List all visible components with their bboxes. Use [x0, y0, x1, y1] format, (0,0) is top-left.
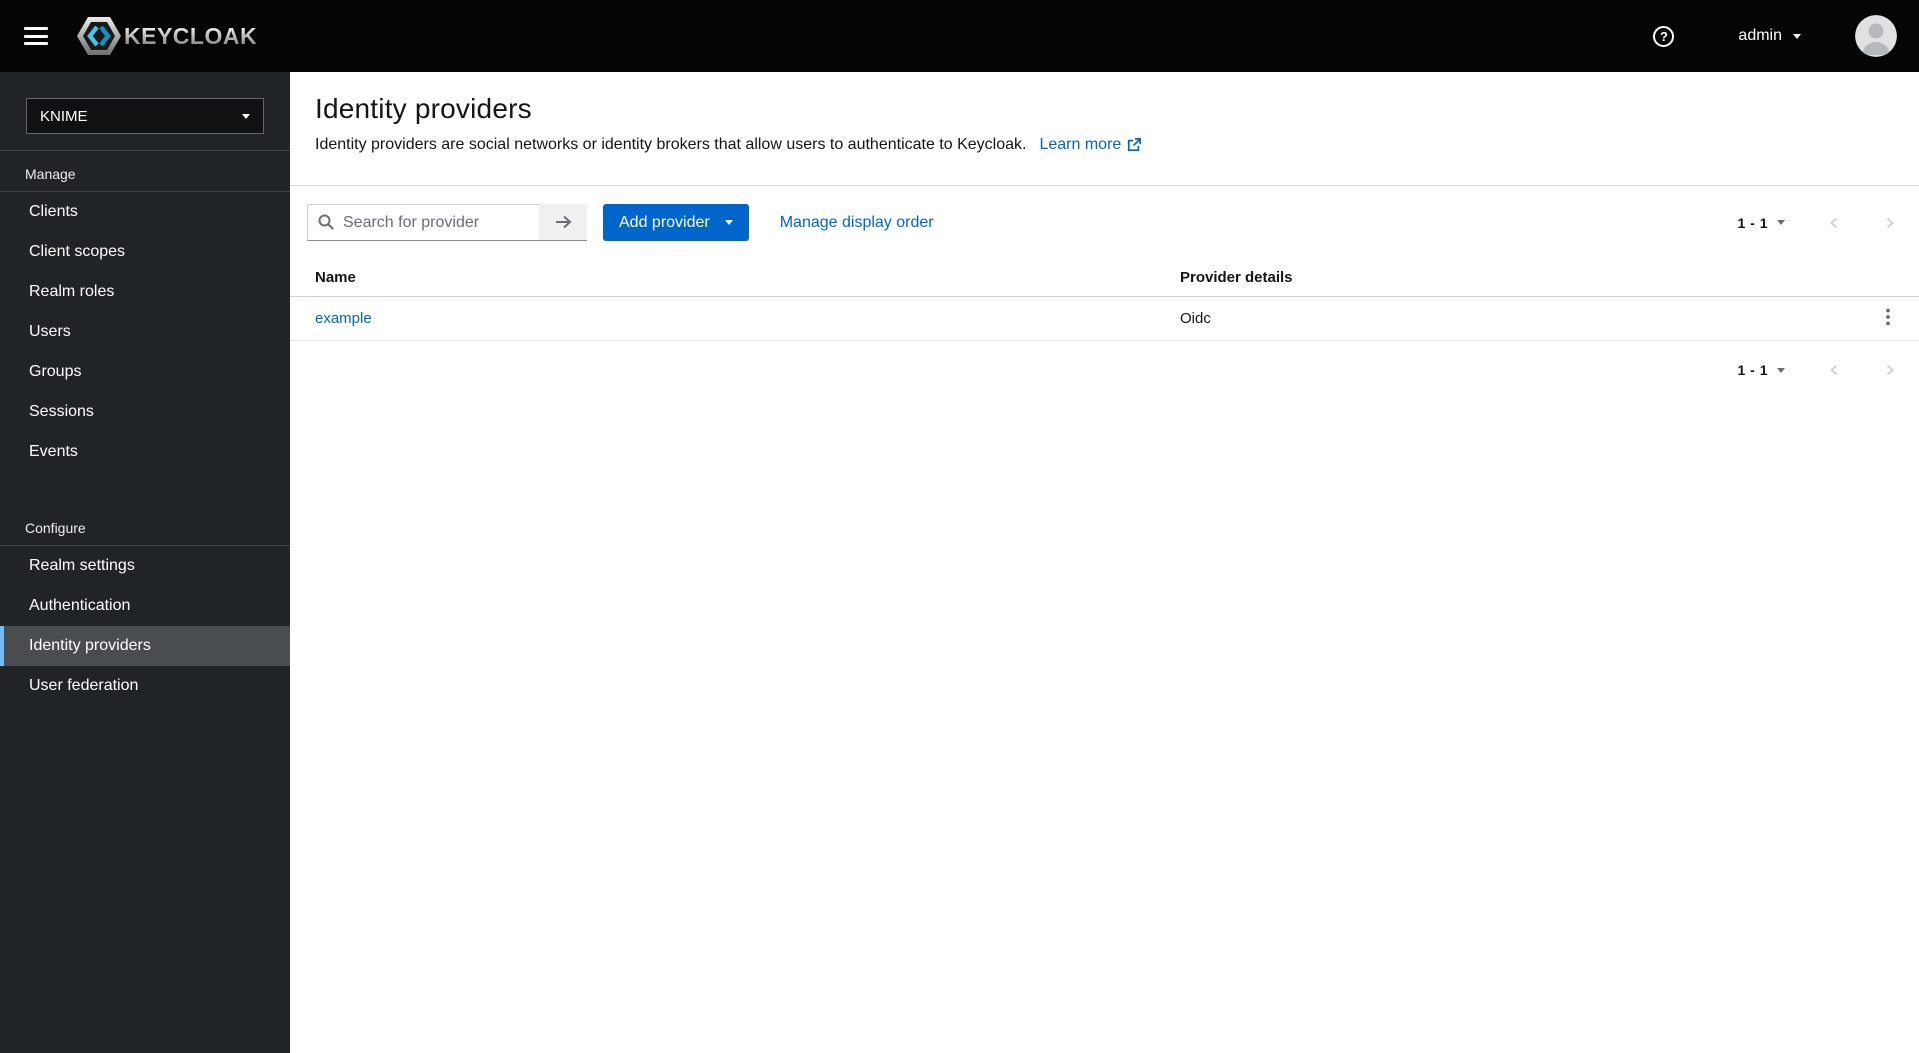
pagination-options-toggle[interactable]: 1 - 1: [1737, 362, 1785, 378]
external-link-icon: [1128, 138, 1142, 152]
sidebar-item-realm-settings[interactable]: Realm settings: [0, 546, 290, 586]
chevron-left-icon: [1830, 364, 1838, 376]
learn-more-label: Learn more: [1039, 136, 1122, 153]
nav-group-title-manage: Manage: [0, 151, 290, 192]
search-group: [307, 204, 587, 241]
page-header: Identity providers Identity providers ar…: [290, 72, 1919, 185]
nav-group-manage: Manage Clients Client scopes Realm roles…: [0, 151, 290, 472]
arrow-right-icon: [555, 215, 571, 229]
keycloak-hexagon-icon: [77, 17, 121, 55]
pagination-bottom: 1 - 1: [1737, 362, 1897, 378]
previous-page-button[interactable]: [1827, 362, 1841, 378]
nav-group-configure: Configure Realm settings Authentication …: [0, 505, 290, 706]
sidebar-item-identity-providers[interactable]: Identity providers: [0, 626, 290, 666]
nav-group-title-configure: Configure: [0, 505, 290, 546]
keycloak-logo: KEYCLOAK: [76, 16, 257, 56]
pagination-bottom-row: 1 - 1: [290, 341, 1919, 399]
chevron-down-icon: [242, 113, 250, 119]
sidebar-item-users[interactable]: Users: [0, 312, 290, 352]
page-description: Identity providers are social networks o…: [315, 136, 1027, 153]
column-header-provider-details: Provider details: [1154, 259, 1855, 297]
username: admin: [1738, 27, 1782, 44]
sidebar-item-authentication[interactable]: Authentication: [0, 586, 290, 626]
sidebar: KNIME Manage Clients Client scopes Realm…: [0, 72, 290, 1053]
add-provider-label: Add provider: [619, 213, 710, 231]
masthead: KEYCLOAK ? admin: [0, 0, 1919, 72]
provider-name-link[interactable]: example: [315, 310, 372, 327]
avatar[interactable]: [1855, 15, 1897, 57]
masthead-actions: ? admin: [1653, 15, 1897, 57]
realm-selector-value: KNIME: [40, 107, 88, 125]
pagination-top: 1 - 1: [1737, 215, 1897, 231]
brand-text: KEYCLOAK: [124, 22, 258, 49]
add-provider-button[interactable]: Add provider: [603, 204, 749, 241]
chevron-down-icon: [724, 220, 733, 225]
user-menu-button[interactable]: admin: [1732, 26, 1807, 46]
sidebar-item-user-federation[interactable]: User federation: [0, 666, 290, 706]
main-content: Identity providers Identity providers ar…: [290, 72, 1919, 1053]
page-title: Identity providers: [315, 93, 532, 124]
kebab-icon: [1886, 308, 1890, 326]
next-page-button[interactable]: [1883, 362, 1897, 378]
app-window: KEYCLOAK ? admin KNIME Manage Clients Cl…: [0, 0, 1919, 1053]
toolbar: Add provider Manage display order 1 - 1: [290, 186, 1919, 259]
page-description-row: Identity providers are social networks o…: [315, 136, 1895, 154]
manage-display-order-link[interactable]: Manage display order: [780, 214, 934, 232]
avatar-person-icon: [1855, 15, 1897, 57]
table-header-row: Name Provider details: [290, 259, 1919, 297]
sidebar-item-events[interactable]: Events: [0, 432, 290, 472]
search-icon: [318, 214, 334, 230]
hamburger-menu-icon[interactable]: [24, 27, 48, 45]
identity-providers-table: Name Provider details example Oidc: [290, 259, 1919, 341]
row-actions-kebab-button[interactable]: [1877, 302, 1899, 335]
column-header-actions: [1855, 259, 1919, 297]
chevron-right-icon: [1886, 364, 1894, 376]
sidebar-item-sessions[interactable]: Sessions: [0, 392, 290, 432]
chevron-right-icon: [1886, 217, 1894, 228]
realm-selector[interactable]: KNIME: [26, 98, 264, 134]
chevron-down-icon: [1777, 367, 1785, 373]
learn-more-link[interactable]: Learn more: [1039, 136, 1142, 154]
table-row: example Oidc: [290, 296, 1919, 341]
pagination-range: 1 - 1: [1737, 214, 1768, 231]
sidebar-item-clients[interactable]: Clients: [0, 192, 290, 232]
sidebar-item-groups[interactable]: Groups: [0, 352, 290, 392]
provider-details-cell: Oidc: [1154, 296, 1855, 341]
chevron-left-icon: [1830, 217, 1838, 228]
search-submit-button[interactable]: [539, 204, 587, 241]
next-page-button[interactable]: [1883, 215, 1897, 231]
column-header-name: Name: [290, 259, 1155, 297]
sidebar-item-client-scopes[interactable]: Client scopes: [0, 232, 290, 272]
search-input[interactable]: [307, 204, 539, 241]
chevron-down-icon: [1777, 220, 1785, 225]
previous-page-button[interactable]: [1827, 215, 1841, 231]
sidebar-item-realm-roles[interactable]: Realm roles: [0, 272, 290, 312]
pagination-options-toggle[interactable]: 1 - 1: [1737, 215, 1785, 231]
pagination-range: 1 - 1: [1737, 362, 1768, 378]
chevron-down-icon: [1793, 33, 1801, 39]
help-icon: ?: [1653, 25, 1675, 47]
help-button[interactable]: ?: [1653, 25, 1675, 47]
